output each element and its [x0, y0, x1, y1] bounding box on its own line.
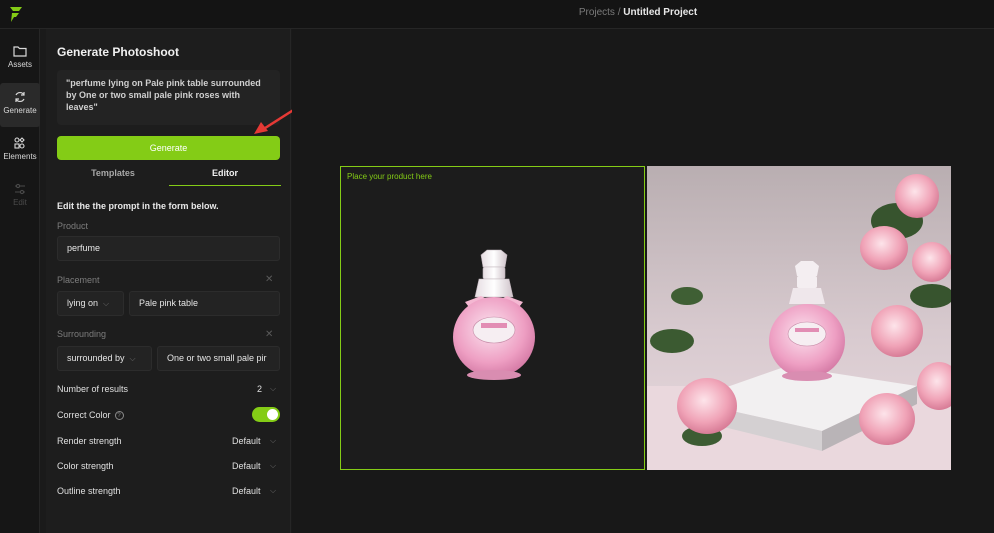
breadcrumb-current: Untitled Project [623, 7, 698, 18]
chevron-down-icon: ⌵ [103, 299, 110, 308]
product-input[interactable]: perfume [57, 236, 280, 261]
canvas-area: Place your product here [292, 29, 994, 533]
surrounding-preposition-value: surrounded by [67, 353, 125, 363]
tab-templates[interactable]: Templates [57, 165, 169, 186]
outline-strength-value[interactable]: Default [232, 486, 261, 496]
top-bar: Projects / Untitled Project [0, 0, 994, 29]
perfume-bottle-image [453, 249, 535, 380]
breadcrumb: Projects / Untitled Project [0, 7, 994, 18]
editor-instructions: Edit the the prompt in the form below. [57, 201, 219, 211]
breadcrumb-projects-link[interactable]: Projects [579, 7, 615, 18]
placement-label: Placement [57, 275, 100, 285]
tool-rail: Assets Generate Elements Edit [0, 29, 40, 533]
surrounding-input[interactable]: One or two small pale pir [157, 346, 280, 371]
generated-result-image[interactable] [647, 166, 951, 470]
outline-strength-label: Outline strength [57, 486, 121, 496]
product-drop-zone[interactable]: Place your product here [340, 166, 645, 470]
color-strength-label: Color strength [57, 461, 114, 471]
correct-color-label: Correct Color [57, 410, 111, 420]
placement-preposition-value: lying on [67, 298, 99, 308]
correct-color-row: Correct Color? [57, 410, 124, 421]
generate-button[interactable]: Generate [57, 136, 280, 160]
placement-clear-icon[interactable]: ✕ [265, 274, 273, 285]
rail-item-generate[interactable]: Generate [0, 83, 40, 127]
help-circle-icon[interactable]: ? [114, 411, 124, 421]
folder-icon [13, 46, 27, 57]
number-of-results-label: Number of results [57, 384, 129, 394]
placement-preposition-select[interactable]: lying on ⌵ [57, 291, 124, 316]
chevron-down-icon[interactable]: ⌵ [270, 486, 276, 496]
chevron-down-icon[interactable]: ⌵ [270, 384, 276, 394]
chevron-down-icon[interactable]: ⌵ [270, 461, 276, 471]
refresh-icon [15, 91, 25, 103]
placement-input[interactable]: Pale pink table [129, 291, 280, 316]
correct-color-toggle[interactable] [252, 407, 280, 422]
rail-item-edit[interactable]: Edit [0, 175, 40, 219]
surrounding-label: Surrounding [57, 329, 107, 339]
surrounding-clear-icon[interactable]: ✕ [265, 329, 273, 340]
surrounding-preposition-select[interactable]: surrounded by ⌵ [57, 346, 152, 371]
render-strength-label: Render strength [57, 436, 122, 446]
rail-item-elements[interactable]: Elements [0, 129, 40, 173]
sliders-icon [15, 183, 25, 195]
rail-label-generate: Generate [3, 106, 37, 115]
panel-title: Generate Photoshoot [57, 45, 180, 59]
drop-zone-label: Place your product here [347, 172, 432, 181]
chevron-down-icon[interactable]: ⌵ [270, 436, 276, 446]
product-label: Product [57, 221, 89, 231]
chevron-down-icon: ⌵ [129, 354, 136, 363]
rail-label-elements: Elements [3, 152, 37, 161]
generated-photo [647, 166, 951, 470]
tab-editor[interactable]: Editor [169, 165, 281, 186]
rail-label-edit: Edit [13, 198, 27, 207]
number-of-results-value[interactable]: 2 [257, 384, 262, 394]
elements-grid-icon [14, 137, 25, 149]
rail-label-assets: Assets [7, 60, 32, 69]
color-strength-value[interactable]: Default [232, 461, 261, 471]
render-strength-value[interactable]: Default [232, 436, 261, 446]
toggle-knob [267, 409, 278, 420]
rail-item-assets[interactable]: Assets [0, 37, 40, 81]
prompt-textarea[interactable]: "perfume lying on Pale pink table surrou… [57, 70, 280, 125]
